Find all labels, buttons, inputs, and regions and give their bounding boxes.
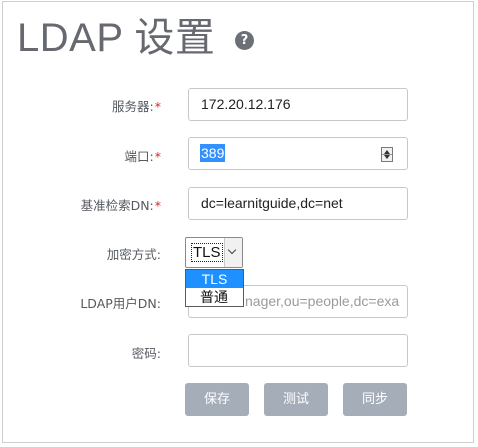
save-button[interactable]: 保存 xyxy=(185,383,249,416)
test-button[interactable]: 测试 xyxy=(264,383,328,416)
required-mark: * xyxy=(154,99,161,114)
required-mark: * xyxy=(154,149,161,164)
encryption-select[interactable]: TLS xyxy=(185,237,243,268)
server-label: 服务器:* xyxy=(112,96,161,115)
base-dn-input-value: dc=learnitguide,dc=net xyxy=(201,195,343,211)
port-stepper[interactable] xyxy=(381,147,393,162)
user-dn-placeholder: nager,ou=people,dc=exa xyxy=(245,293,400,309)
dropdown-button[interactable] xyxy=(224,238,242,267)
port-label: 端口:* xyxy=(125,146,161,165)
option-plain[interactable]: 普通 xyxy=(186,288,243,306)
encryption-label: 加密方式: xyxy=(106,247,161,262)
password-input[interactable] xyxy=(188,334,408,367)
base-dn-label: 基准检索DN:* xyxy=(81,195,161,214)
port-input-value: 389 xyxy=(200,144,226,162)
base-dn-input[interactable]: dc=learnitguide,dc=net xyxy=(188,187,408,220)
encryption-dropdown-list: TLS 普通 xyxy=(185,269,244,307)
page-title: LDAP 设置 xyxy=(17,16,216,60)
user-dn-label: LDAP用户DN: xyxy=(80,296,161,311)
server-input-value: 172.20.12.176 xyxy=(201,96,291,112)
port-label-text: 端口: xyxy=(124,149,154,164)
server-input[interactable]: 172.20.12.176 xyxy=(188,88,408,121)
port-input[interactable]: 389 xyxy=(188,137,408,170)
chevron-down-icon xyxy=(227,245,237,255)
encryption-selected-text: TLS xyxy=(191,243,223,262)
option-tls[interactable]: TLS xyxy=(186,270,243,288)
server-label-text: 服务器: xyxy=(112,99,154,114)
required-mark: * xyxy=(154,198,161,213)
question-circle-icon[interactable]: ? xyxy=(235,31,254,50)
ldap-settings-panel: LDAP 设置 ? 服务器:* 172.20.12.176 端口:* 389 基… xyxy=(2,1,474,443)
arrow-down-icon[interactable] xyxy=(384,155,390,159)
password-label: 密码: xyxy=(131,346,161,361)
base-dn-label-text: 基准检索DN: xyxy=(80,198,154,213)
encryption-select-value: TLS xyxy=(191,242,223,263)
sync-button[interactable]: 同步 xyxy=(343,383,407,416)
